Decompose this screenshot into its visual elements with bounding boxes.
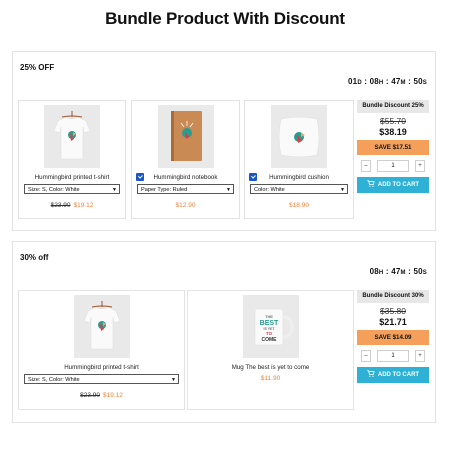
product-prices: $23.90 $19.12 (19, 202, 125, 209)
cart-icon (366, 370, 375, 377)
product-name: Hummingbird printed t-shirt (34, 174, 110, 181)
chevron-down-icon: ▼ (340, 187, 345, 193)
decrement-button[interactable]: – (361, 350, 371, 362)
bundle-summary: Bundle Discount 30% $35.80 $21.71 SAVE $… (357, 290, 429, 383)
quantity-input[interactable]: 1 (377, 350, 409, 362)
variant-select[interactable]: Paper Type: Ruled ▼ (137, 184, 234, 194)
add-to-cart-button[interactable]: ADD TO CART (357, 177, 429, 193)
new-price: $19.12 (103, 392, 123, 399)
new-price: $12.90 (175, 202, 196, 209)
bundle-discount-label: Bundle Discount 30% (357, 290, 429, 303)
save-badge: SAVE $14.09 (357, 330, 429, 345)
increment-button[interactable]: + (415, 160, 425, 172)
bundle-title: 25% OFF (20, 63, 55, 72)
product-name: Hummingbird printed t-shirt (64, 364, 139, 371)
chevron-down-icon: ▼ (171, 377, 176, 383)
tshirt-image[interactable] (44, 105, 100, 168)
countdown-timer: 08H : 47M : 50S (369, 267, 427, 276)
product-prices: $18.90 (245, 202, 353, 209)
add-to-cart-button[interactable]: ADD TO CART (357, 367, 429, 383)
product-prices: $12.90 (132, 202, 239, 209)
increment-button[interactable]: + (415, 350, 425, 362)
chevron-down-icon: ▼ (112, 187, 117, 193)
variant-select[interactable]: Color: White ▼ (250, 184, 348, 194)
product-name: Hummingbird cushion (269, 174, 329, 181)
svg-text:THE: THE (265, 314, 273, 319)
notebook-image[interactable] (157, 105, 214, 168)
product-card-mug: THE BEST IS YET TO COME Mug The best is … (187, 290, 354, 410)
product-name: Mug The best is yet to come (231, 364, 310, 371)
new-price: $11.90 (260, 375, 281, 382)
bundle-30-off: 30% off 08H : 47M : 50S Hummingbird prin… (12, 241, 436, 423)
decrement-button[interactable]: – (361, 160, 371, 172)
product-card-cushion: Hummingbird cushion Color: White ▼ $18.90 (244, 100, 354, 219)
bundle-title: 30% off (20, 253, 49, 262)
countdown-timer: 01D : 08H : 47M : 50S (348, 77, 427, 86)
cushion-image[interactable] (271, 105, 327, 168)
product-prices: $23.90 $19.12 (19, 392, 184, 399)
bundle-summary: Bundle Discount 25% $55.70 $38.19 SAVE $… (357, 100, 429, 193)
new-total: $21.71 (379, 317, 407, 327)
cart-icon (366, 180, 375, 187)
bundle-discount-label: Bundle Discount 25% (357, 100, 429, 113)
svg-text:BEST: BEST (259, 320, 278, 327)
chevron-down-icon: ▼ (226, 187, 231, 193)
product-card-tshirt: Hummingbird printed t-shirt Size: S, Col… (18, 290, 185, 410)
old-price: $23.90 (80, 392, 100, 399)
quantity-stepper: – 1 + (357, 160, 429, 172)
svg-text:COME: COME (261, 337, 277, 343)
bundle-25-off: 25% OFF 01D : 08H : 47M : 50S Hummingbir… (12, 51, 436, 231)
product-prices: $11.90 (188, 375, 353, 382)
mug-image[interactable]: THE BEST IS YET TO COME (242, 295, 299, 358)
product-card-tshirt: Hummingbird printed t-shirt Size: S, Col… (18, 100, 126, 219)
svg-text:TO: TO (265, 331, 272, 336)
new-price: $18.90 (289, 202, 309, 209)
quantity-input[interactable]: 1 (377, 160, 409, 172)
page-title: Bundle Product With Discount (105, 9, 345, 28)
variant-select[interactable]: Size: S, Color: White ▼ (24, 184, 120, 194)
tshirt-image[interactable] (73, 295, 130, 358)
product-name: Hummingbird notebook (153, 174, 218, 181)
old-total: $35.80 (380, 306, 406, 316)
old-total: $55.70 (380, 116, 406, 126)
new-total: $38.19 (379, 127, 407, 137)
old-price: $23.90 (50, 202, 71, 209)
product-card-notebook: Hummingbird notebook Paper Type: Ruled ▼ … (131, 100, 240, 219)
variant-select[interactable]: Size: S, Color: White ▼ (24, 374, 179, 384)
new-price: $19.12 (73, 202, 94, 209)
quantity-stepper: – 1 + (357, 350, 429, 362)
save-badge: SAVE $17.51 (357, 140, 429, 155)
